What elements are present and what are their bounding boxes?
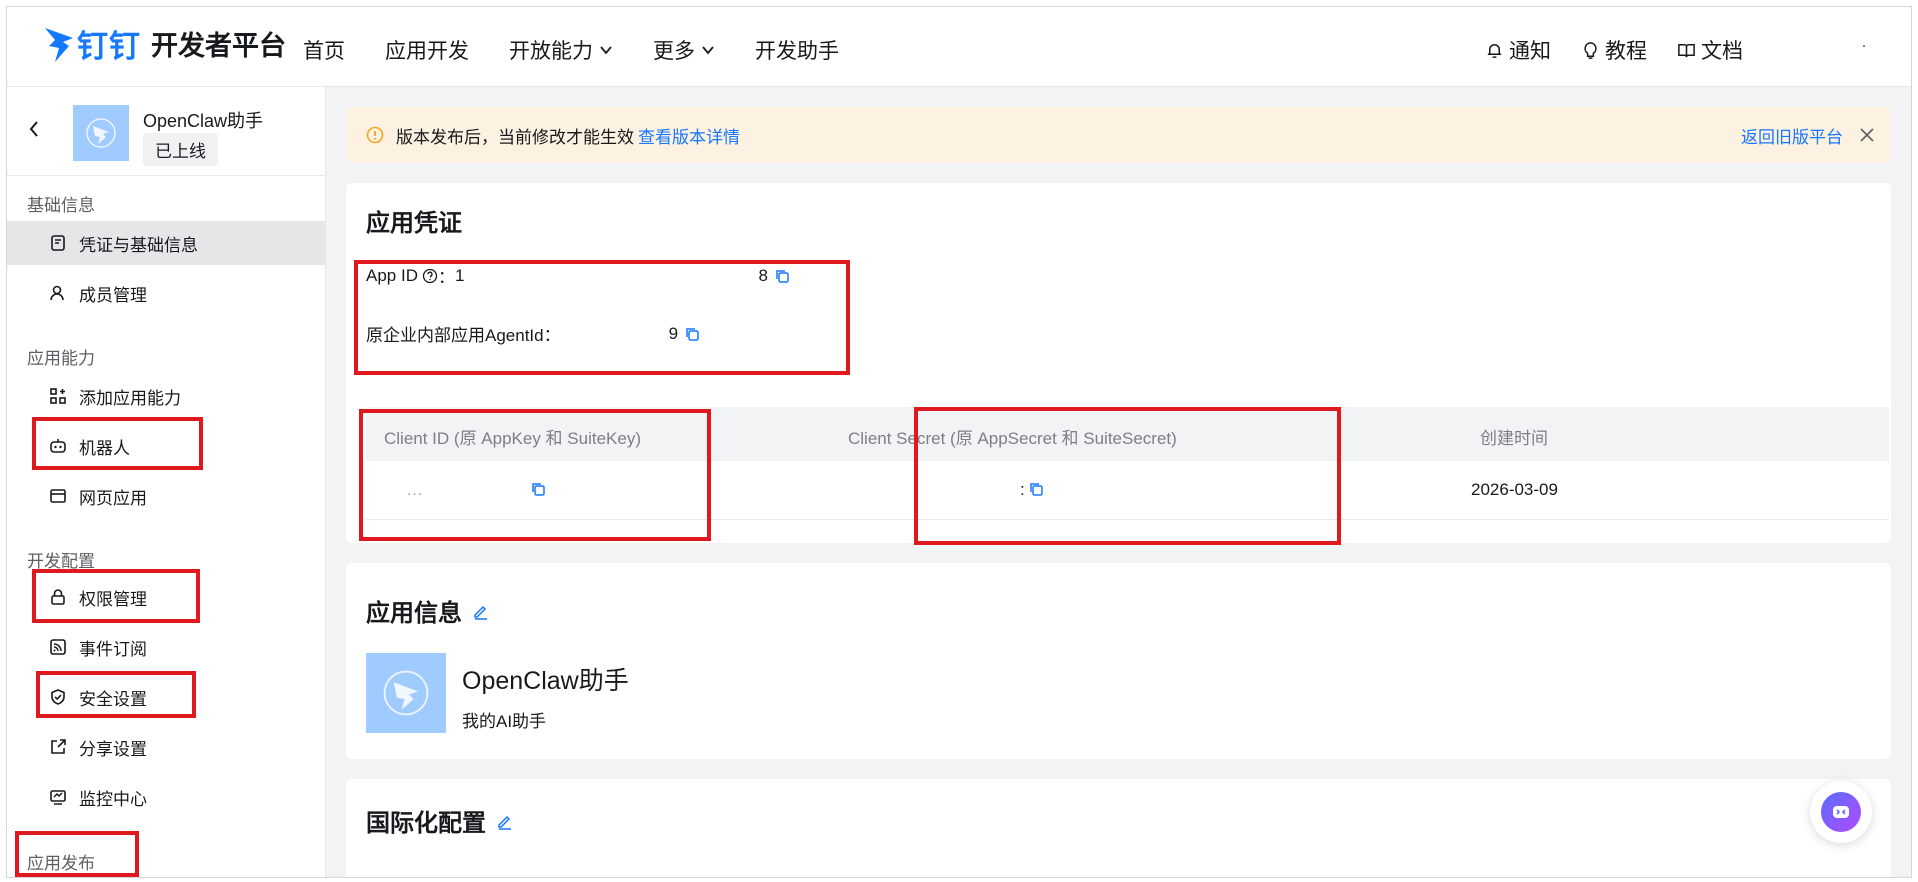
user-icon: [50, 285, 64, 301]
sidebar-item-label: 成员管理: [79, 285, 147, 305]
app-info-description: 我的AI助手: [462, 712, 547, 731]
assistant-floating-button[interactable]: [1810, 781, 1872, 843]
back-arrow-icon[interactable]: [27, 119, 41, 139]
app-avatar: [73, 105, 129, 161]
nav-open-capability[interactable]: 开放能力: [509, 35, 613, 65]
app-window: 钉钉 开发者平台 首页 应用开发 开放能力 更多 开发助手 通知 教程 文档 O…: [6, 6, 1912, 878]
header-right-nav: 通知 教程 文档: [1485, 35, 1773, 65]
app-info-title-row: 应用信息: [366, 593, 490, 628]
dingtalk-app-icon: [383, 670, 429, 716]
top-navbar: 钉钉 开发者平台 首页 应用开发 开放能力 更多 开发助手 通知 教程 文档: [7, 7, 1911, 87]
dingtalk-logo-icon: [45, 27, 73, 62]
sidebar-item-label: 网页应用: [79, 488, 147, 508]
highlight-box: [359, 409, 711, 541]
alert-message: 版本发布后，当前修改才能生效: [396, 127, 634, 147]
tutorial-link[interactable]: 教程: [1581, 35, 1647, 65]
close-icon[interactable]: [1859, 127, 1875, 143]
app-info-card: 应用信息 OpenClaw助手 我的AI助手: [346, 563, 1891, 759]
i18n-title: 国际化配置: [366, 810, 486, 837]
main-nav: 首页 应用开发 开放能力 更多 开发助手: [303, 35, 879, 65]
avatar[interactable]: [1863, 45, 1865, 47]
i18n-card: 国际化配置: [346, 779, 1891, 877]
app-header: OpenClaw助手 已上线: [7, 87, 325, 176]
sidebar-item-credentials[interactable]: 凭证与基础信息: [7, 221, 325, 265]
view-version-details-link[interactable]: 查看版本详情: [638, 123, 740, 148]
assistant-icon: [1821, 792, 1861, 832]
edit-icon[interactable]: [472, 602, 490, 620]
sidebar-item-label: 凭证与基础信息: [79, 235, 198, 255]
book-icon: [1678, 43, 1695, 57]
sidebar-item-share[interactable]: 分享设置: [7, 725, 325, 769]
sidebar-item-label: 事件订阅: [79, 639, 147, 659]
section-basic-info: 基础信息: [27, 196, 95, 215]
sidebar-item-members[interactable]: 成员管理: [7, 271, 325, 315]
warning-info-icon: [366, 126, 384, 144]
sidebar-item-webapp[interactable]: 网页应用: [7, 474, 325, 518]
nav-open-capability-label: 开放能力: [509, 40, 593, 63]
back-to-old-platform-link[interactable]: 返回旧版平台: [1741, 123, 1843, 148]
version-alert: 版本发布后，当前修改才能生效 查看版本详情 返回旧版平台: [346, 107, 1891, 163]
sidebar-item-label: 监控中心: [79, 789, 147, 809]
monitor-icon: [50, 790, 66, 805]
rss-icon: [50, 639, 66, 655]
dingtalk-app-icon: [86, 118, 116, 148]
nav-dev-assistant-label: 开发助手: [755, 40, 839, 63]
section-capability: 应用能力: [27, 349, 95, 368]
highlight-box: [354, 260, 850, 375]
notifications-label: 通知: [1509, 40, 1551, 63]
lightbulb-icon: [1584, 41, 1597, 59]
sidebar-item-monitor[interactable]: 监控中心: [7, 775, 325, 819]
app-info-name: OpenClaw助手: [462, 667, 629, 695]
credentials-title: 应用凭证: [366, 210, 462, 237]
sidebar: OpenClaw助手 已上线 基础信息 凭证与基础信息 成员管理 应用能力 添加…: [7, 87, 326, 877]
highlight-box: [914, 407, 1341, 545]
app-info-title: 应用信息: [366, 600, 462, 627]
status-badge: 已上线: [143, 133, 218, 166]
nav-app-dev-label: 应用开发: [385, 40, 469, 63]
nav-dev-assistant[interactable]: 开发助手: [755, 35, 839, 65]
chat-bot-icon: [1833, 806, 1849, 818]
chevron-down-icon: [600, 46, 612, 55]
nav-more[interactable]: 更多: [653, 35, 715, 65]
highlight-box: [15, 831, 139, 877]
nav-home[interactable]: 首页: [303, 35, 345, 65]
alert-actions: 返回旧版平台: [1741, 107, 1875, 163]
edit-icon[interactable]: [496, 812, 514, 830]
notifications-link[interactable]: 通知: [1485, 35, 1551, 65]
credential-icon: [51, 235, 65, 251]
chevron-down-icon: [702, 46, 714, 55]
docs-link[interactable]: 文档: [1677, 35, 1743, 65]
grid-plus-icon: [50, 388, 66, 404]
app-name: OpenClaw助手: [143, 111, 264, 131]
docs-label: 文档: [1701, 40, 1743, 63]
sidebar-item-events[interactable]: 事件订阅: [7, 625, 325, 669]
sidebar-item-label: 分享设置: [79, 739, 147, 759]
col-created-time: 创建时间: [1480, 429, 1548, 448]
browser-icon: [50, 489, 66, 503]
i18n-title-row: 国际化配置: [366, 803, 514, 838]
nav-app-dev[interactable]: 应用开发: [385, 35, 469, 65]
tutorial-label: 教程: [1605, 40, 1647, 63]
dingtalk-logo[interactable]: 钉钉 开发者平台: [43, 21, 286, 66]
nav-home-label: 首页: [303, 40, 345, 63]
logo-brand-text: 钉钉: [77, 29, 141, 64]
nav-more-label: 更多: [653, 40, 695, 63]
logo-platform-text: 开发者平台: [151, 31, 286, 61]
highlight-box: [32, 569, 200, 623]
highlight-box: [32, 417, 203, 470]
app-info-avatar: [366, 653, 446, 733]
bell-icon: [1487, 43, 1502, 58]
highlight-box: [36, 671, 196, 718]
created-date: 2026-03-09: [1471, 480, 1558, 499]
sidebar-item-label: 添加应用能力: [79, 388, 181, 408]
sidebar-item-add-capability[interactable]: 添加应用能力: [7, 374, 325, 418]
share-icon: [51, 739, 66, 754]
